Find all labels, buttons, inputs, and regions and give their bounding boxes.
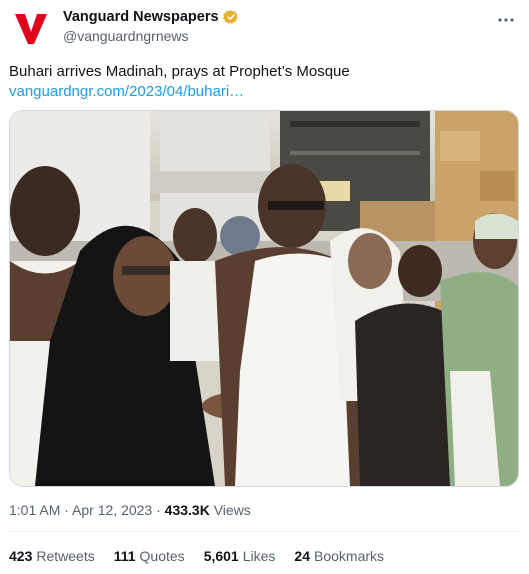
bookmarks-label: Bookmarks bbox=[314, 548, 385, 564]
tweet-time[interactable]: 1:01 AM bbox=[9, 502, 60, 518]
tweet-meta: 1:01 AM · Apr 12, 2023 · 433.3K Views bbox=[9, 502, 251, 518]
author-names: Vanguard Newspapers @vanguardngrnews bbox=[63, 9, 239, 44]
quotes-stat[interactable]: 111 Quotes bbox=[114, 548, 185, 564]
retweets-label: Retweets bbox=[36, 548, 95, 564]
views-count: 433.3K bbox=[164, 502, 210, 518]
tweet-link[interactable]: vanguardngr.com/2023/04/buhari… bbox=[9, 82, 521, 102]
tweet-date[interactable]: Apr 12, 2023 bbox=[72, 502, 152, 518]
likes-stat[interactable]: 5,601 Likes bbox=[204, 548, 276, 564]
meta-separator: · bbox=[60, 502, 73, 518]
meta-separator: · bbox=[152, 502, 165, 518]
likes-label: Likes bbox=[242, 548, 276, 564]
retweets-count: 423 bbox=[9, 548, 33, 564]
author-handle[interactable]: @vanguardngrnews bbox=[63, 28, 239, 44]
retweets-stat[interactable]: 423 Retweets bbox=[9, 548, 95, 564]
bookmarks-count: 24 bbox=[294, 548, 310, 564]
author-display-name[interactable]: Vanguard Newspapers bbox=[63, 9, 219, 25]
quotes-count: 111 bbox=[113, 548, 136, 564]
likes-count: 5,601 bbox=[203, 548, 239, 564]
tweet-photo[interactable] bbox=[9, 110, 519, 487]
vanguard-logo bbox=[15, 14, 47, 44]
avatar[interactable] bbox=[9, 6, 53, 50]
tweet-card: Vanguard Newspapers @vanguardngrnews Buh… bbox=[0, 0, 529, 574]
tweet-text: Buhari arrives Madinah, prays at Prophet… bbox=[9, 63, 350, 80]
bookmarks-stat[interactable]: 24 Bookmarks bbox=[294, 548, 384, 564]
engagement-stats: 423 Retweets 111 Quotes 5,601 Likes 24 Bookm… bbox=[9, 548, 384, 564]
tweet-header: Vanguard Newspapers @vanguardngrnews bbox=[9, 4, 521, 50]
divider bbox=[9, 531, 521, 532]
photo-illustration bbox=[10, 111, 518, 486]
quotes-label: Quotes bbox=[139, 548, 185, 564]
more-icon[interactable] bbox=[495, 12, 517, 28]
verified-badge-icon[interactable] bbox=[222, 9, 239, 25]
tweet-body: Buhari arrives Madinah, prays at Prophet… bbox=[9, 62, 521, 102]
views-label: Views bbox=[209, 502, 251, 518]
